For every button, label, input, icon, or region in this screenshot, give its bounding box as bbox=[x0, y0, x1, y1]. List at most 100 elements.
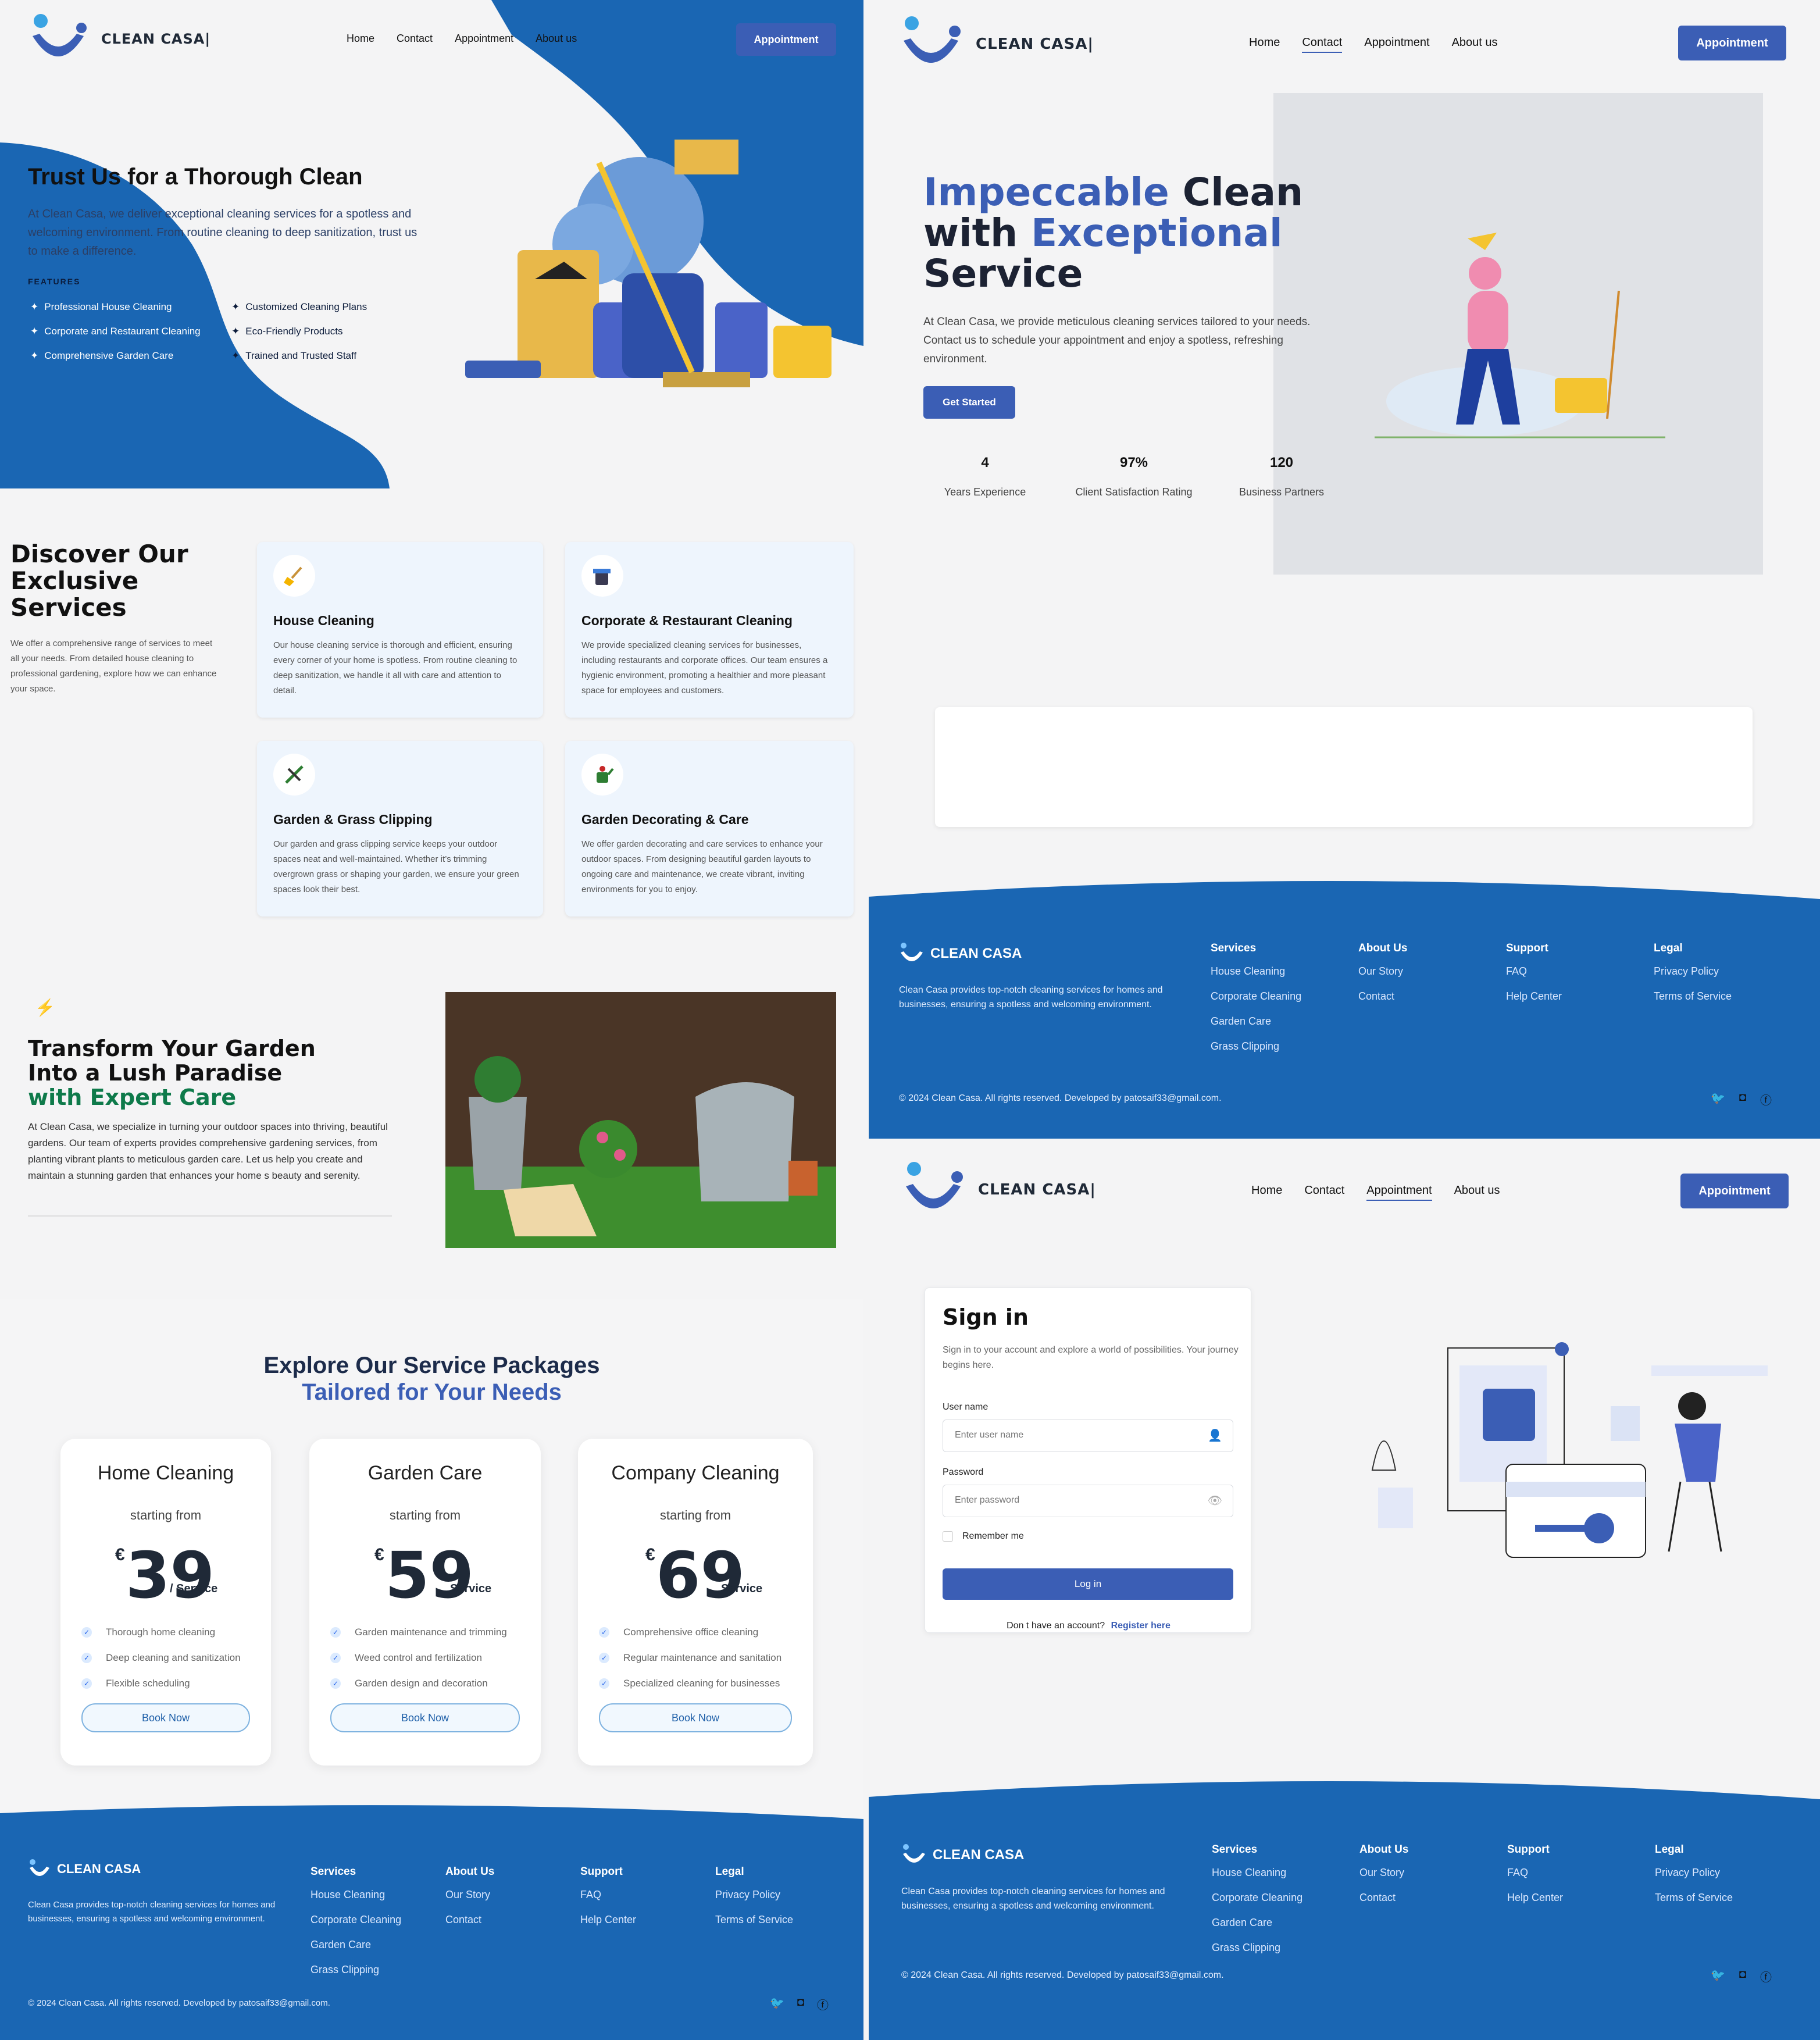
shears-icon bbox=[273, 754, 315, 796]
footer-link[interactable]: Help Center bbox=[1506, 990, 1562, 1003]
footer: CLEAN CASA Clean Casa provides top-notch… bbox=[901, 1843, 1808, 2018]
appointment-button[interactable]: Appointment bbox=[736, 23, 836, 56]
register-link[interactable]: Register here bbox=[1111, 1621, 1170, 1631]
footer-link[interactable]: Terms of Service bbox=[1655, 1892, 1733, 1904]
footer-link[interactable]: Corporate Cleaning bbox=[1212, 1892, 1302, 1904]
service-card-garden[interactable]: Garden Decorating & Care We offer garden… bbox=[565, 741, 854, 916]
footer-link[interactable]: Garden Care bbox=[1212, 1917, 1302, 1929]
footer-link[interactable]: Corporate Cleaning bbox=[311, 1914, 401, 1926]
footer-logo[interactable]: CLEAN CASA bbox=[28, 1859, 141, 1879]
nav-appointment[interactable]: Appointment bbox=[455, 33, 513, 45]
service-card-corporate[interactable]: Corporate & Restaurant Cleaning We provi… bbox=[565, 542, 854, 718]
brand-logo[interactable]: CLEAN CASA| bbox=[899, 15, 1094, 73]
hero-title: Impeccable Clean with Exceptional Servic… bbox=[923, 170, 1304, 296]
twitter-icon[interactable]: 🐦 bbox=[1711, 1091, 1725, 1108]
password-field[interactable]: 👁 bbox=[943, 1485, 1233, 1517]
nav-about[interactable]: About us bbox=[1452, 36, 1498, 53]
nav-contact[interactable]: Contact bbox=[397, 33, 433, 45]
brand-logo[interactable]: CLEAN CASA| bbox=[28, 13, 210, 65]
footer-link[interactable]: Terms of Service bbox=[1654, 990, 1732, 1003]
package-price: € 59 Service bbox=[374, 1538, 492, 1613]
service-text: We offer garden decorating and care serv… bbox=[581, 839, 823, 894]
footer-link[interactable]: Garden Care bbox=[1211, 1015, 1301, 1028]
service-text: We provide specialized cleaning services… bbox=[581, 640, 828, 696]
nav-appointment[interactable]: Appointment bbox=[1366, 1184, 1432, 1201]
package-features: ✓ Comprehensive office cleaning ✓ Regular … bbox=[599, 1627, 813, 1689]
footer-link[interactable]: Privacy Policy bbox=[1654, 965, 1732, 978]
broom-icon bbox=[273, 555, 315, 597]
nav-about[interactable]: About us bbox=[536, 33, 577, 45]
footer-link[interactable]: Grass Clipping bbox=[1212, 1942, 1302, 1954]
footer-link[interactable]: House Cleaning bbox=[311, 1889, 401, 1901]
feature-item: ✦ Trained and Trusted Staff bbox=[231, 350, 357, 361]
footer-link[interactable]: Grass Clipping bbox=[311, 1964, 401, 1976]
book-now-button[interactable]: Book Now bbox=[81, 1703, 250, 1732]
facebook-icon[interactable]: ⓕ bbox=[817, 1996, 829, 2013]
footer: CLEAN CASA Clean Casa provides top-notch… bbox=[28, 1859, 863, 2033]
facebook-icon[interactable]: ⓕ bbox=[1760, 1968, 1772, 1985]
instagram-icon[interactable]: ◘ bbox=[1739, 1091, 1746, 1108]
appointment-button[interactable]: Appointment bbox=[1680, 1174, 1789, 1208]
username-label: User name bbox=[943, 1402, 988, 1412]
footer-link[interactable]: Contact bbox=[1358, 990, 1407, 1003]
twitter-icon[interactable]: 🐦 bbox=[1711, 1968, 1725, 1985]
password-input[interactable] bbox=[943, 1485, 1199, 1515]
footer-col-legal: Legal Privacy Policy Terms of Service bbox=[1654, 942, 1732, 1003]
nav-home[interactable]: Home bbox=[347, 33, 374, 45]
package-feature: ✓ Garden design and decoration bbox=[330, 1678, 541, 1689]
package-features: ✓ Garden maintenance and trimming ✓ Weed c… bbox=[330, 1627, 541, 1689]
service-card-grass[interactable]: Garden & Grass Clipping Our garden and g… bbox=[257, 741, 543, 916]
smile-logo-icon bbox=[904, 16, 961, 63]
footer-link[interactable]: Grass Clipping bbox=[1211, 1040, 1301, 1053]
footer-link[interactable]: Garden Care bbox=[311, 1939, 401, 1951]
footer-link[interactable]: Our Story bbox=[445, 1889, 494, 1901]
footer-link[interactable]: House Cleaning bbox=[1211, 965, 1301, 978]
eye-icon[interactable]: 👁 bbox=[1208, 1493, 1222, 1508]
footer-link[interactable]: Help Center bbox=[1507, 1892, 1563, 1904]
footer-link[interactable]: Corporate Cleaning bbox=[1211, 990, 1301, 1003]
instagram-icon[interactable]: ◘ bbox=[797, 1996, 804, 2013]
nav-contact[interactable]: Contact bbox=[1304, 1184, 1344, 1201]
footer-link[interactable]: Contact bbox=[445, 1914, 494, 1926]
get-started-button[interactable]: Get Started bbox=[923, 386, 1015, 419]
footer-logo[interactable]: CLEAN CASA bbox=[899, 942, 1022, 965]
footer-link[interactable]: Privacy Policy bbox=[715, 1889, 793, 1901]
username-input[interactable] bbox=[943, 1420, 1199, 1450]
nav-contact[interactable]: Contact bbox=[1302, 36, 1343, 53]
appointment-button[interactable]: Appointment bbox=[1678, 26, 1786, 60]
footer-link[interactable]: Privacy Policy bbox=[1655, 1867, 1733, 1879]
main-nav: Home Contact Appointment About us bbox=[1251, 1184, 1500, 1201]
remember-me[interactable]: Remember me bbox=[943, 1531, 1024, 1542]
footer-link[interactable]: Our Story bbox=[1359, 1867, 1408, 1879]
remember-checkbox[interactable] bbox=[943, 1531, 953, 1542]
footer-link[interactable]: House Cleaning bbox=[1212, 1867, 1302, 1879]
footer-link[interactable]: FAQ bbox=[580, 1889, 636, 1901]
footer-link[interactable]: Terms of Service bbox=[715, 1914, 793, 1926]
footer-col-services: Services House Cleaning Corporate Cleani… bbox=[1211, 942, 1302, 1053]
footer-logo[interactable]: CLEAN CASA bbox=[901, 1843, 1024, 1867]
book-now-button[interactable]: Book Now bbox=[330, 1703, 520, 1732]
nav-appointment[interactable]: Appointment bbox=[1364, 36, 1429, 53]
footer-link[interactable]: Help Center bbox=[580, 1914, 636, 1926]
facebook-icon[interactable]: ⓕ bbox=[1760, 1091, 1772, 1108]
nav-home[interactable]: Home bbox=[1249, 36, 1280, 53]
twitter-icon[interactable]: 🐦 bbox=[770, 1996, 784, 2013]
footer-link[interactable]: Our Story bbox=[1358, 965, 1407, 978]
instagram-icon[interactable]: ◘ bbox=[1739, 1968, 1746, 1985]
footer-link[interactable]: FAQ bbox=[1506, 965, 1562, 978]
brand-logo[interactable]: CLEAN CASA| bbox=[901, 1161, 1096, 1219]
username-field[interactable]: 👤 bbox=[943, 1420, 1233, 1452]
nav-home[interactable]: Home bbox=[1251, 1184, 1282, 1201]
book-now-button[interactable]: Book Now bbox=[599, 1703, 792, 1732]
login-button[interactable]: Log in bbox=[943, 1568, 1233, 1600]
sparkle-icon: ✦ bbox=[231, 350, 240, 361]
footer-link[interactable]: FAQ bbox=[1507, 1867, 1563, 1879]
footer-link[interactable]: Contact bbox=[1359, 1892, 1408, 1904]
register-prompt: Don t have an account? Register here bbox=[1007, 1621, 1170, 1631]
smile-logo-icon bbox=[901, 943, 923, 961]
footer-col-about: About Us Our Story Contact bbox=[1358, 942, 1408, 1003]
contact-form-box[interactable] bbox=[935, 707, 1753, 827]
sparkle-icon: ✦ bbox=[30, 326, 39, 337]
nav-about[interactable]: About us bbox=[1454, 1184, 1500, 1201]
service-card-house[interactable]: House Cleaning Our house cleaning servic… bbox=[257, 542, 543, 718]
